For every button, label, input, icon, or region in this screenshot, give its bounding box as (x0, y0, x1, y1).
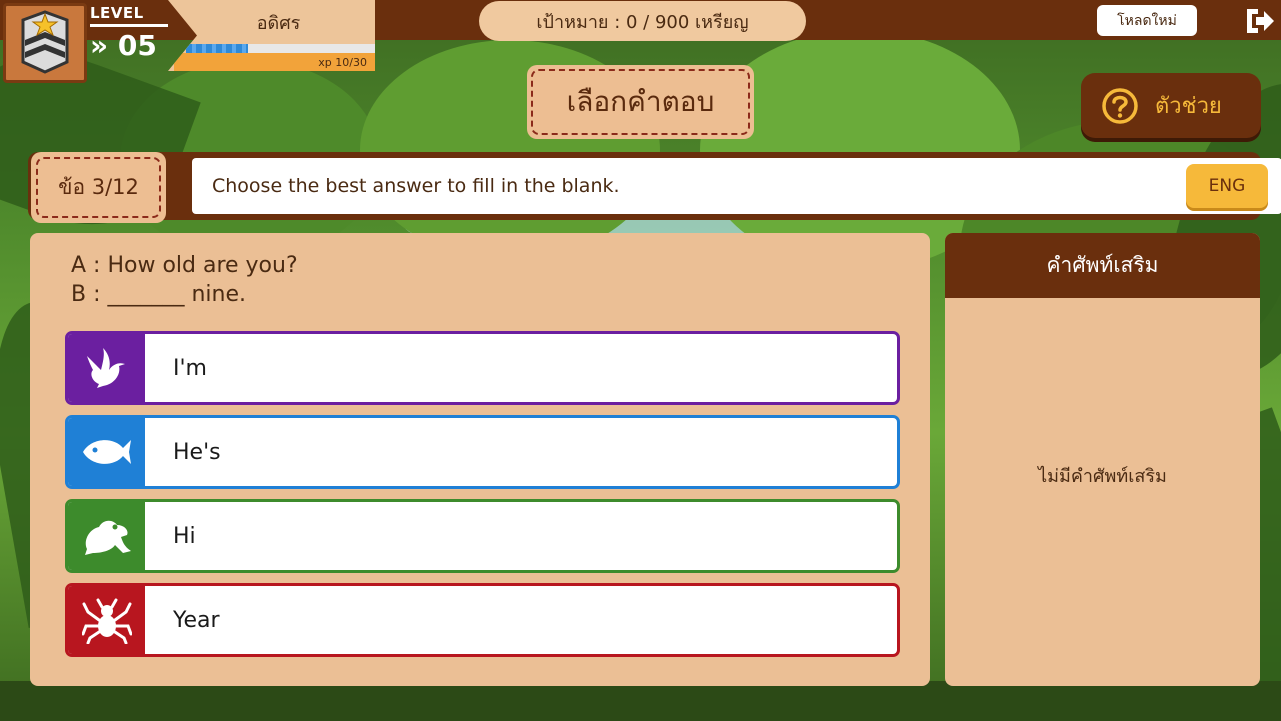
question-circle-icon (1102, 87, 1138, 124)
choice-2-label: He's (173, 439, 221, 465)
choice-2[interactable]: He's (65, 415, 900, 489)
level-indicator: LEVEL » 05 (90, 4, 170, 68)
help-button[interactable]: ตัวช่วย (1081, 73, 1261, 138)
choice-3-label: Hi (173, 523, 196, 549)
dialog-line-a: A : How old are you? (71, 253, 298, 278)
level-number: » 05 (90, 29, 157, 62)
spider-icon (81, 598, 132, 644)
logout-icon (1247, 9, 1274, 33)
rank-badge (3, 3, 87, 83)
choice-3[interactable]: Hi (65, 499, 900, 573)
player-name: อดิศร (256, 13, 301, 34)
level-label: LEVEL (90, 4, 144, 22)
reload-button[interactable]: โหลดใหม่ (1097, 5, 1197, 36)
extra-vocab-title: คำศัพท์เสริม (945, 233, 1260, 298)
mode-title-card: เลือกคำตอบ (527, 65, 754, 139)
mode-title: เลือกคำตอบ (531, 69, 750, 135)
extra-vocab-panel: คำศัพท์เสริม ไม่มีคำศัพท์เสริม (945, 233, 1260, 686)
choice-1-label: I'm (173, 355, 207, 381)
level-divider (90, 24, 168, 27)
help-label: ตัวช่วย (1155, 94, 1222, 119)
fish-icon (82, 440, 131, 464)
choice-2-icon-box (68, 418, 145, 486)
language-toggle-button[interactable]: ENG (1186, 164, 1268, 208)
xp-progress-fill (186, 44, 249, 53)
frog-icon (84, 520, 131, 555)
answer-panel: A : How old are you? B : _______ nine. I… (30, 233, 930, 686)
coin-goal: เป้าหมาย : 0 / 900 เหรียญ (479, 1, 806, 41)
choice-4[interactable]: Year (65, 583, 900, 657)
extra-vocab-empty-message: ไม่มีคำศัพท์เสริม (1038, 466, 1167, 487)
question-dialog: A : How old are you? B : _______ nine. (71, 251, 298, 309)
question-number: ข้อ 3/12 (36, 157, 161, 218)
xp-progress-bar (186, 44, 375, 53)
choice-4-icon-box (68, 586, 145, 654)
choice-4-label: Year (173, 607, 220, 633)
rank-chevron-star-icon (21, 10, 69, 74)
bird-icon (86, 348, 125, 388)
choice-1-icon-box (68, 334, 145, 402)
question-instruction: Choose the best answer to fill in the bl… (212, 175, 620, 197)
exit-button[interactable] (1244, 6, 1276, 36)
question-number-card: ข้อ 3/12 (31, 152, 166, 223)
question-instruction-box: Choose the best answer to fill in the bl… (192, 158, 1281, 214)
dialog-line-b: B : _______ nine. (71, 282, 247, 307)
player-panel: อดิศร xp 10/30 (168, 0, 375, 71)
choice-1[interactable]: I'm (65, 331, 900, 405)
choice-3-icon-box (68, 502, 145, 570)
question-bar: Choose the best answer to fill in the bl… (28, 152, 1281, 223)
xp-text: xp 10/30 (318, 56, 367, 69)
